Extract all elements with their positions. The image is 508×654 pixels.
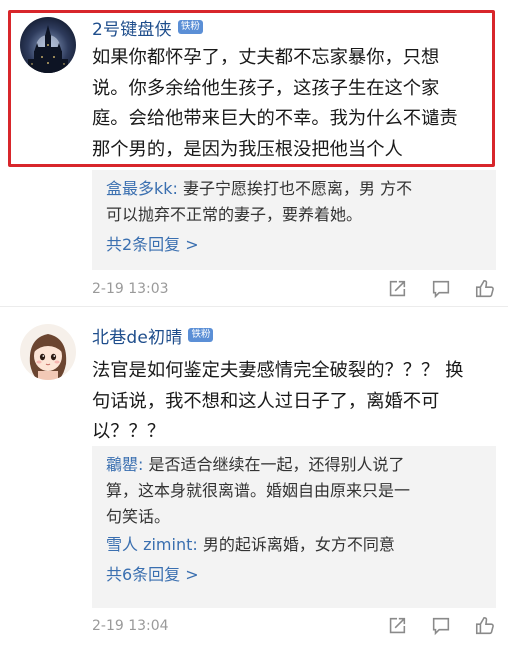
reply-text: 可以抛弃不正常的妻子，要养着她。 [106, 205, 363, 224]
comment-item: 2号键盘侠 铁粉 如果你都怀孕了，丈夫都不忘家暴你，只想 说。你多余给他生孩子，… [0, 0, 508, 306]
avatar[interactable] [20, 324, 76, 380]
username[interactable]: 北巷de初晴 [92, 323, 182, 348]
comment-line: 如果你都怀孕了，丈夫都不忘家暴你，只想 [92, 47, 440, 68]
author-row: 2号键盘侠 铁粉 [92, 15, 203, 40]
comment-item: 北巷de初晴 铁粉 法官是如何鉴定夫妻感情完全破裂的？？？ 换 句话说，我不想和… [0, 306, 508, 654]
reply-text: 是否适合继续在一起，还得别人说了 [143, 455, 405, 474]
reply-item[interactable]: 盒最多kk: 妻子宁愿挨打也不愿离，男 方不 可以抛弃不正常的妻子，要养着她。 [106, 176, 482, 228]
comment-icon[interactable] [430, 615, 452, 637]
comment-line: 法官是如何鉴定夫妻感情完全破裂的？？？ 换 [92, 360, 464, 381]
fan-badge: 铁粉 [188, 328, 214, 342]
reply-author[interactable]: 雪人 zimint: [106, 535, 198, 554]
comment-text: 如果你都怀孕了，丈夫都不忘家暴你，只想 说。你多余给他生孩子，这孩子生在这个家 … [92, 43, 492, 165]
timestamp: 2-19 13:03 [92, 281, 169, 297]
avatar[interactable] [20, 17, 76, 73]
reply-author[interactable]: 盒最多kk: [106, 179, 178, 198]
username[interactable]: 2号键盘侠 [92, 15, 172, 40]
like-icon[interactable] [474, 615, 496, 637]
share-icon[interactable] [386, 278, 408, 300]
view-replies-link[interactable]: 共6条回复 > [106, 562, 482, 588]
comment-text: 法官是如何鉴定夫妻感情完全破裂的？？？ 换 句话说，我不想和这人过日子了，离婚不… [92, 356, 492, 448]
comment-line: 句话说，我不想和这人过日子了，离婚不可 [92, 390, 440, 412]
view-replies-link[interactable]: 共2条回复 > [106, 232, 482, 258]
comment-line: 以？？？ [92, 421, 166, 442]
timestamp: 2-19 13:04 [92, 618, 169, 634]
comment-line: 那个男的，是因为我压根没把他当个人 [92, 138, 403, 160]
reply-item[interactable]: 雪人 zimint: 男的起诉离婚，女方不同意 [106, 532, 482, 558]
reply-text: 妻子宁愿挨打也不愿离，男 方不 [177, 179, 413, 198]
castle-night-icon [20, 17, 76, 73]
meta-row: 2-19 13:03 [92, 277, 496, 301]
replies-panel: 鸘罌: 是否适合继续在一起，还得别人说了 算，这本身就很离谱。婚姻自由原来只是一… [92, 446, 496, 608]
action-bar [386, 615, 496, 637]
like-icon[interactable] [474, 278, 496, 300]
action-bar [386, 278, 496, 300]
reply-author[interactable]: 鸘罌: [106, 455, 143, 474]
fan-badge: 铁粉 [177, 20, 203, 34]
share-icon[interactable] [386, 615, 408, 637]
reply-text: 算，这本身就很离谱。婚姻自由原来只是一 [106, 481, 411, 500]
meta-row: 2-19 13:04 [92, 614, 496, 638]
reply-text: 男的起诉离婚，女方不同意 [197, 535, 395, 554]
comment-line: 说。你多余给他生孩子，这孩子生在这个家 [92, 77, 440, 99]
reply-item[interactable]: 鸘罌: 是否适合继续在一起，还得别人说了 算，这本身就很离谱。婚姻自由原来只是一… [106, 452, 482, 530]
comment-line: 庭。会给他带来巨大的不幸。我为什么不谴责 [92, 108, 458, 129]
comment-icon[interactable] [430, 278, 452, 300]
replies-panel: 盒最多kk: 妻子宁愿挨打也不愿离，男 方不 可以抛弃不正常的妻子，要养着她。 … [92, 170, 496, 270]
author-row: 北巷de初晴 铁粉 [92, 323, 214, 348]
reply-text: 句笑话。 [106, 507, 171, 526]
cartoon-girl-icon [20, 324, 76, 380]
